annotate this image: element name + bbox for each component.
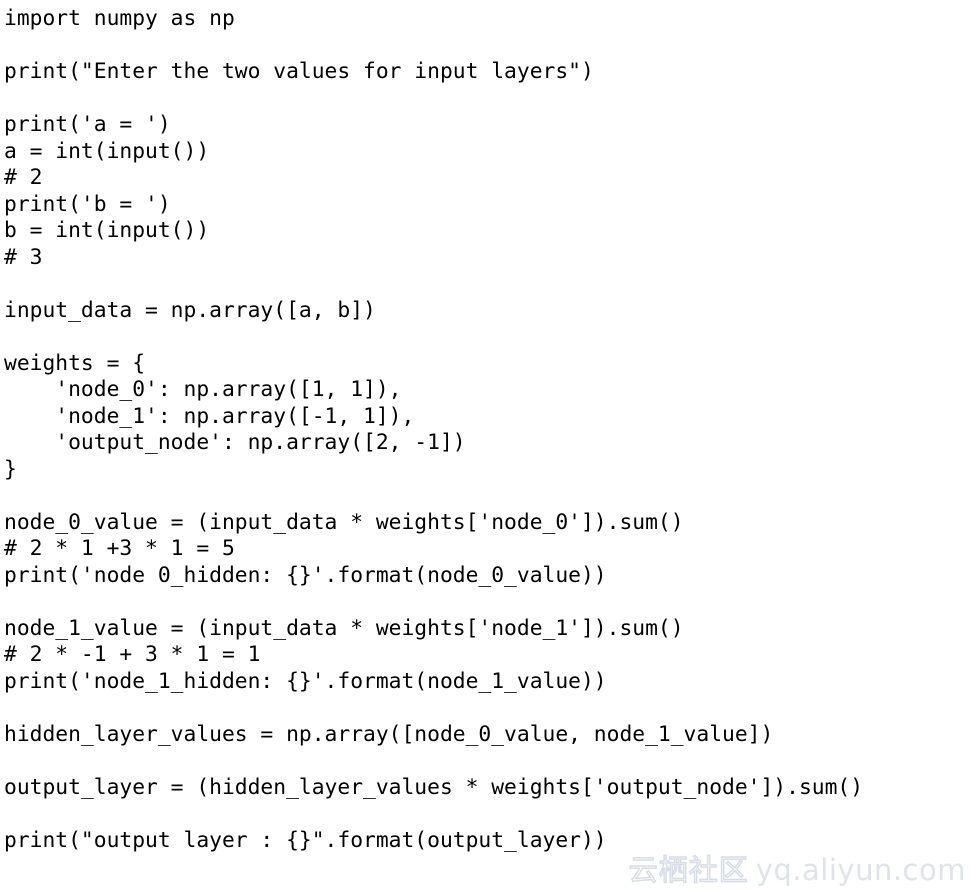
code-line: }: [4, 456, 17, 482]
watermark: 云栖社区 yq.aliyun.com: [628, 853, 966, 887]
code-line: output_layer = (hidden_layer_values * we…: [4, 774, 864, 800]
code-line: hidden_layer_values = np.array([node_0_v…: [4, 721, 774, 747]
watermark-url: yq.aliyun.com: [755, 853, 966, 887]
code-line: 'output_node': np.array([2, -1]): [4, 430, 466, 455]
code-line: # 2 * -1 + 3 * 1 = 1: [4, 642, 261, 667]
watermark-brand-cn: 云栖社区: [628, 853, 749, 887]
code-line: print('node_1_hidden: {}'.format(node_1_…: [4, 668, 607, 694]
code-line: # 2 * 1 +3 * 1 = 5: [4, 536, 235, 561]
code-line: print('a = '): [4, 112, 171, 137]
code-line: b = int(input()): [4, 218, 210, 243]
code-line: weights = {: [4, 350, 146, 376]
code-line: a = int(input()): [4, 138, 210, 164]
code-line: node_1_value = (input_data * weights['no…: [4, 615, 684, 641]
code-line: print("Enter the two values for input la…: [4, 59, 594, 84]
code-screenshot: import numpy as np print("Enter the two …: [0, 0, 980, 889]
code-line: 'node_1': np.array([-1, 1]),: [4, 403, 415, 429]
code-line: node_0_value = (input_data * weights['no…: [4, 509, 684, 535]
code-line: input_data = np.array([a, b]): [4, 297, 376, 323]
code-line: print("output layer : {}".format(output_…: [4, 827, 607, 853]
python-code-block[interactable]: import numpy as np print("Enter the two …: [4, 6, 863, 854]
code-line: print('b = '): [4, 191, 171, 217]
code-line: # 2: [4, 165, 43, 190]
code-line: 'node_0': np.array([1, 1]),: [4, 377, 402, 402]
code-line: # 3: [4, 244, 43, 270]
code-line: print('node 0_hidden: {}'.format(node_0_…: [4, 562, 607, 588]
code-line: import numpy as np: [4, 6, 235, 31]
